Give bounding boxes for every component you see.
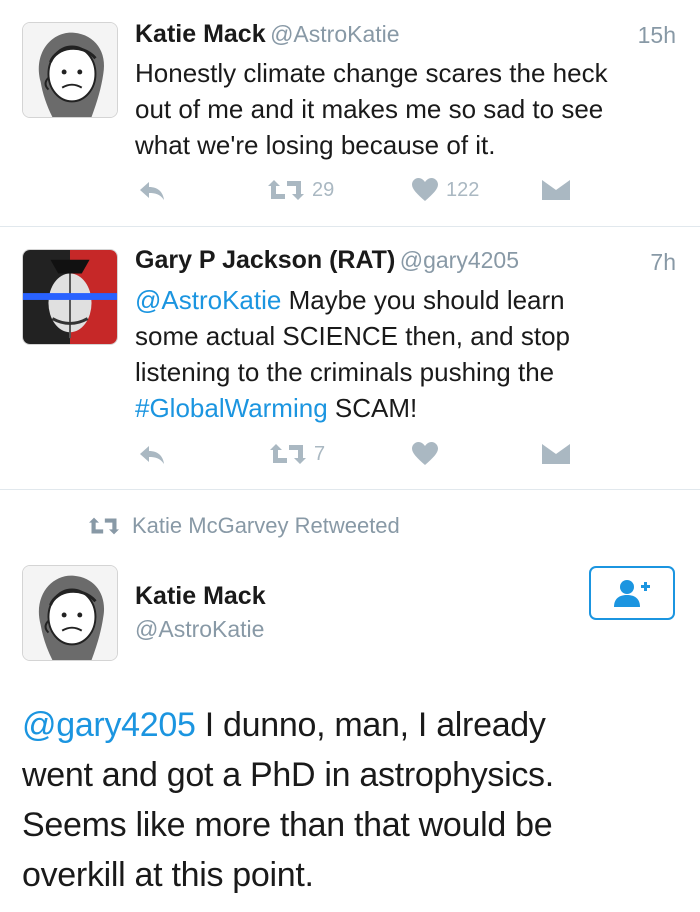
author-handle[interactable]: @gary4205	[400, 247, 519, 273]
author-name[interactable]: Gary P Jackson (RAT)	[135, 246, 395, 274]
tweet-line: out of me and it makes me so sad to see	[135, 94, 604, 124]
tweet-line: #GlobalWarming SCAM!	[135, 390, 570, 426]
tweet-line: listening to the criminals pushing the	[135, 357, 555, 387]
tweet-1-header: Katie Mack @AstroKatie	[135, 20, 400, 49]
tweet-2-header: Gary P Jackson (RAT) @gary4205	[135, 246, 519, 275]
follow-button[interactable]	[589, 566, 675, 620]
tweet-line: Honestly climate change scares the heck	[135, 58, 608, 88]
retweeted-by-text[interactable]: Katie McGarvey Retweeted	[132, 513, 400, 539]
retweet-button[interactable]: 29	[268, 178, 334, 202]
like-button[interactable]	[412, 442, 438, 466]
tweet-text-segment: Maybe you should learn	[281, 285, 565, 315]
like-button[interactable]: 122	[412, 178, 479, 202]
tweet-text-segment: I dunno, man, I already	[195, 706, 546, 744]
tweet-line: overkill at this point.	[22, 856, 314, 894]
tweet-text-segment: SCAM!	[327, 393, 418, 423]
retweet-button[interactable]: 7	[270, 442, 325, 466]
reply-icon	[140, 182, 164, 200]
retweet-icon	[270, 444, 306, 464]
tweet-line: some actual SCIENCE then, and stop	[135, 321, 571, 351]
tweet-line: went and got a PhD in astrophysics.	[22, 756, 554, 794]
retweet-count: 29	[312, 178, 335, 201]
envelope-icon	[542, 444, 570, 464]
retweet-count: 7	[314, 442, 326, 465]
tweet-line: @AstroKatie Maybe you should learn	[135, 282, 570, 318]
follow-user-icon	[614, 580, 650, 607]
direct-message-button[interactable]	[542, 444, 570, 464]
heart-icon	[412, 442, 438, 465]
retweeted-banner: Katie McGarvey Retweeted	[88, 513, 400, 539]
divider	[0, 489, 700, 490]
avatar-katie-mack[interactable]	[22, 22, 118, 118]
mention-link[interactable]: @AstroKatie	[135, 285, 281, 315]
tweet-3-text: @gary4205 I dunno, man, I already went a…	[22, 700, 554, 900]
avatar-gary-jackson[interactable]	[22, 249, 118, 345]
retweet-icon	[89, 517, 119, 535]
author-handle[interactable]: @AstroKatie	[270, 21, 399, 47]
tweet-line: what we're losing because of it.	[135, 130, 496, 160]
divider	[0, 226, 700, 227]
tweet-line: Seems like more than that would be	[22, 806, 553, 844]
direct-message-button[interactable]	[542, 180, 570, 200]
mention-link[interactable]: @gary4205	[22, 706, 196, 744]
envelope-icon	[542, 180, 570, 200]
like-count: 122	[446, 178, 480, 201]
reply-icon	[140, 446, 164, 464]
tweet-1-text: Honestly climate change scares the heck …	[135, 55, 608, 163]
author-name[interactable]: Katie Mack	[135, 582, 266, 611]
reply-button[interactable]	[138, 444, 166, 466]
tweet-2-timestamp[interactable]: 7h	[650, 249, 676, 276]
retweet-icon	[268, 180, 304, 200]
heart-icon	[412, 178, 438, 201]
tweet-2-text: @AstroKatie Maybe you should learn some …	[135, 282, 570, 426]
tweet-line: @gary4205 I dunno, man, I already	[22, 700, 554, 750]
tweet-1-timestamp[interactable]: 15h	[638, 22, 676, 49]
hashtag-link[interactable]: #GlobalWarming	[135, 393, 328, 423]
reply-button[interactable]	[138, 180, 166, 202]
avatar-katie-mack[interactable]	[22, 565, 118, 661]
author-name[interactable]: Katie Mack	[135, 20, 266, 48]
author-handle[interactable]: @AstroKatie	[135, 616, 264, 643]
